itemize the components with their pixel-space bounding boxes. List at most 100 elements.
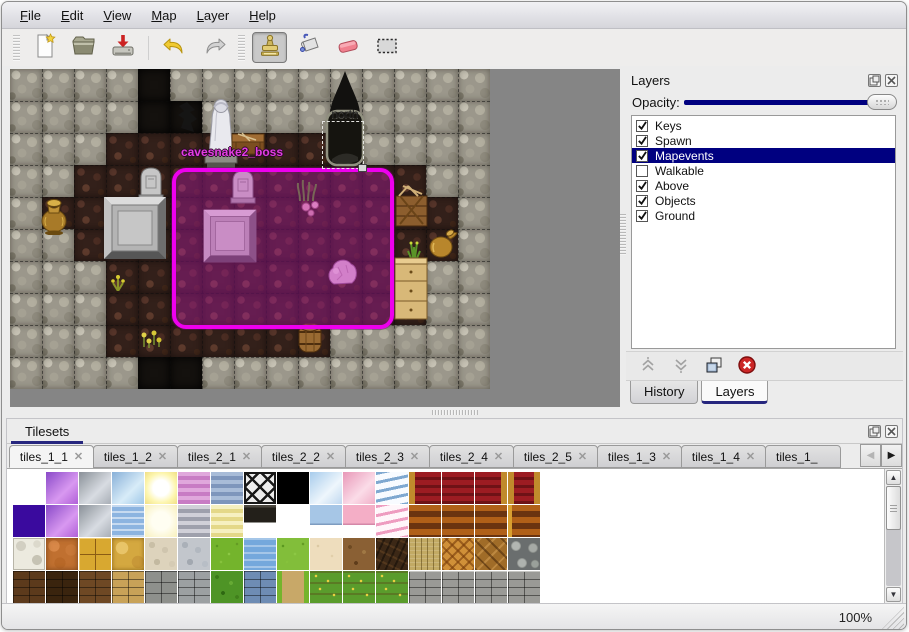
tile-empty[interactable] [13, 472, 45, 504]
tileset-tab-tiles_2_2[interactable]: tiles_2_2✕ [261, 445, 346, 468]
tile-crystal-purple[interactable] [46, 472, 78, 504]
scroll-up-button[interactable]: ▲ [886, 470, 901, 485]
tile-grass2[interactable] [277, 538, 309, 570]
tile-brick-tan[interactable] [112, 571, 144, 603]
menu-layer[interactable]: Layer [187, 4, 240, 27]
tile-brick-darkbrown[interactable] [46, 571, 78, 603]
close-tab-icon[interactable]: ✕ [242, 450, 251, 463]
close-tab-icon[interactable]: ✕ [74, 450, 83, 463]
close-panel-button[interactable] [885, 425, 898, 438]
horizontal-splitter[interactable] [2, 407, 906, 418]
tile-grass-flowers[interactable] [343, 571, 375, 603]
menu-map[interactable]: Map [141, 4, 186, 27]
tile-wood-dark[interactable] [376, 538, 408, 570]
float-panel-button[interactable] [868, 74, 881, 87]
tile-hedge[interactable] [211, 571, 243, 603]
new-file-button[interactable] [27, 32, 62, 63]
layer-row-above[interactable]: Above [632, 178, 895, 193]
tileset-tab-tiles_1_2[interactable]: tiles_1_2✕ [93, 445, 178, 468]
tile-brick-brown2[interactable] [79, 571, 111, 603]
tile-wall-gray[interactable] [442, 571, 474, 603]
tile-carpet-orange[interactable] [475, 505, 507, 537]
tile-carpet-red-l[interactable] [409, 472, 441, 504]
tileset-tab-tiles_1_1[interactable]: tiles_1_1✕ [9, 445, 94, 468]
tileset-scrollbar[interactable]: ▲ ▼ [884, 469, 902, 603]
close-tab-icon[interactable]: ✕ [494, 450, 503, 463]
tile-water-blue[interactable] [112, 505, 144, 537]
close-tab-icon[interactable]: ✕ [662, 450, 671, 463]
tile-plaque[interactable] [244, 505, 276, 537]
tile-planks[interactable] [409, 538, 441, 570]
tile-tile-yellow[interactable] [79, 538, 111, 570]
tile-crystal-gray[interactable] [79, 472, 111, 504]
close-tab-icon[interactable]: ✕ [578, 450, 587, 463]
checkbox-checked[interactable] [636, 195, 648, 207]
open-file-button[interactable] [66, 32, 101, 63]
tile-logs[interactable] [508, 538, 540, 570]
tile-pebble-gray[interactable] [178, 538, 210, 570]
layer-row-ground[interactable]: Ground [632, 208, 895, 223]
tile-ribbon-blue[interactable] [376, 472, 408, 504]
resize-grip[interactable] [882, 607, 904, 629]
tile-pink-solid[interactable] [343, 505, 375, 537]
tileset-tab-tiles_2_3[interactable]: tiles_2_3✕ [345, 445, 430, 468]
tileset-tab-tiles_2_5[interactable]: tiles_2_5✕ [513, 445, 598, 468]
tileset-tab-tiles_2_4[interactable]: tiles_2_4✕ [429, 445, 514, 468]
tile-lattice[interactable] [244, 472, 276, 504]
tile-stripes-pink[interactable] [178, 472, 210, 504]
tileset-tab-tiles_2_1[interactable]: tiles_2_1✕ [177, 445, 262, 468]
fill-tool-button[interactable] [291, 32, 326, 63]
tile-pale-yellow[interactable] [145, 505, 177, 537]
tile-brick-brown[interactable] [13, 571, 45, 603]
tile-glow-yellow[interactable] [145, 472, 177, 504]
tile-crystal-blue[interactable] [112, 472, 144, 504]
save-file-button[interactable] [105, 32, 140, 63]
checkbox-checked[interactable] [636, 120, 648, 132]
tile-carpet-orange[interactable] [442, 505, 474, 537]
tile-brick-gray[interactable] [178, 571, 210, 603]
scroll-tabs-right-button[interactable]: ▶ [881, 444, 902, 467]
tile-ribbon-pink[interactable] [376, 505, 408, 537]
tilesets-panel-title[interactable]: Tilesets [11, 421, 83, 444]
tile-water[interactable] [244, 538, 276, 570]
tile-stripes-gray[interactable] [178, 505, 210, 537]
close-tab-icon[interactable]: ✕ [410, 450, 419, 463]
map-canvas[interactable]: northcavesnake2_boss [10, 69, 490, 389]
delete-layer-button[interactable] [733, 354, 761, 378]
tile-crystal-pink[interactable] [343, 472, 375, 504]
close-tab-icon[interactable]: ✕ [326, 450, 335, 463]
stamp-tool-button[interactable] [252, 32, 287, 63]
checkbox-checked[interactable] [636, 180, 648, 192]
tile-carpet-orange[interactable] [409, 505, 441, 537]
scroll-down-button[interactable]: ▼ [886, 587, 901, 602]
eraser-tool-button[interactable] [330, 32, 365, 63]
tile-crystal-purple[interactable] [46, 505, 78, 537]
tile-dirt[interactable] [343, 538, 375, 570]
float-panel-button[interactable] [868, 425, 881, 438]
tileset-tab-tiles_1_4[interactable]: tiles_1_4✕ [681, 445, 766, 468]
menu-file[interactable]: File [10, 4, 51, 27]
layer-row-mapevents[interactable]: Mapevents [632, 148, 895, 163]
checkbox-checked[interactable] [636, 150, 648, 162]
select-tool-button[interactable] [369, 32, 404, 63]
tile-weave[interactable] [442, 538, 474, 570]
tile-grass-flowers[interactable] [310, 571, 342, 603]
tile-carpet-red-lr[interactable] [508, 472, 540, 504]
menu-edit[interactable]: Edit [51, 4, 93, 27]
scrollbar-thumb[interactable] [886, 486, 901, 530]
tile-brick-blue[interactable] [244, 571, 276, 603]
scroll-tabs-left-button[interactable]: ◀ [860, 444, 881, 467]
tile-sand[interactable] [310, 538, 342, 570]
toolbar-grip[interactable] [238, 35, 245, 61]
duplicate-layer-button[interactable] [700, 354, 728, 378]
menu-view[interactable]: View [93, 4, 141, 27]
tile-carpet-orange-l[interactable] [508, 505, 540, 537]
undo-button[interactable] [157, 32, 192, 63]
toolbar-grip[interactable] [13, 35, 20, 61]
tile-stone-yellow[interactable] [112, 538, 144, 570]
close-tab-icon[interactable]: ✕ [158, 450, 167, 463]
tile-stripes-blue[interactable] [211, 472, 243, 504]
opacity-slider[interactable] [684, 94, 897, 110]
tile-path-grass[interactable] [277, 571, 309, 603]
opacity-slider-handle[interactable] [867, 94, 897, 110]
